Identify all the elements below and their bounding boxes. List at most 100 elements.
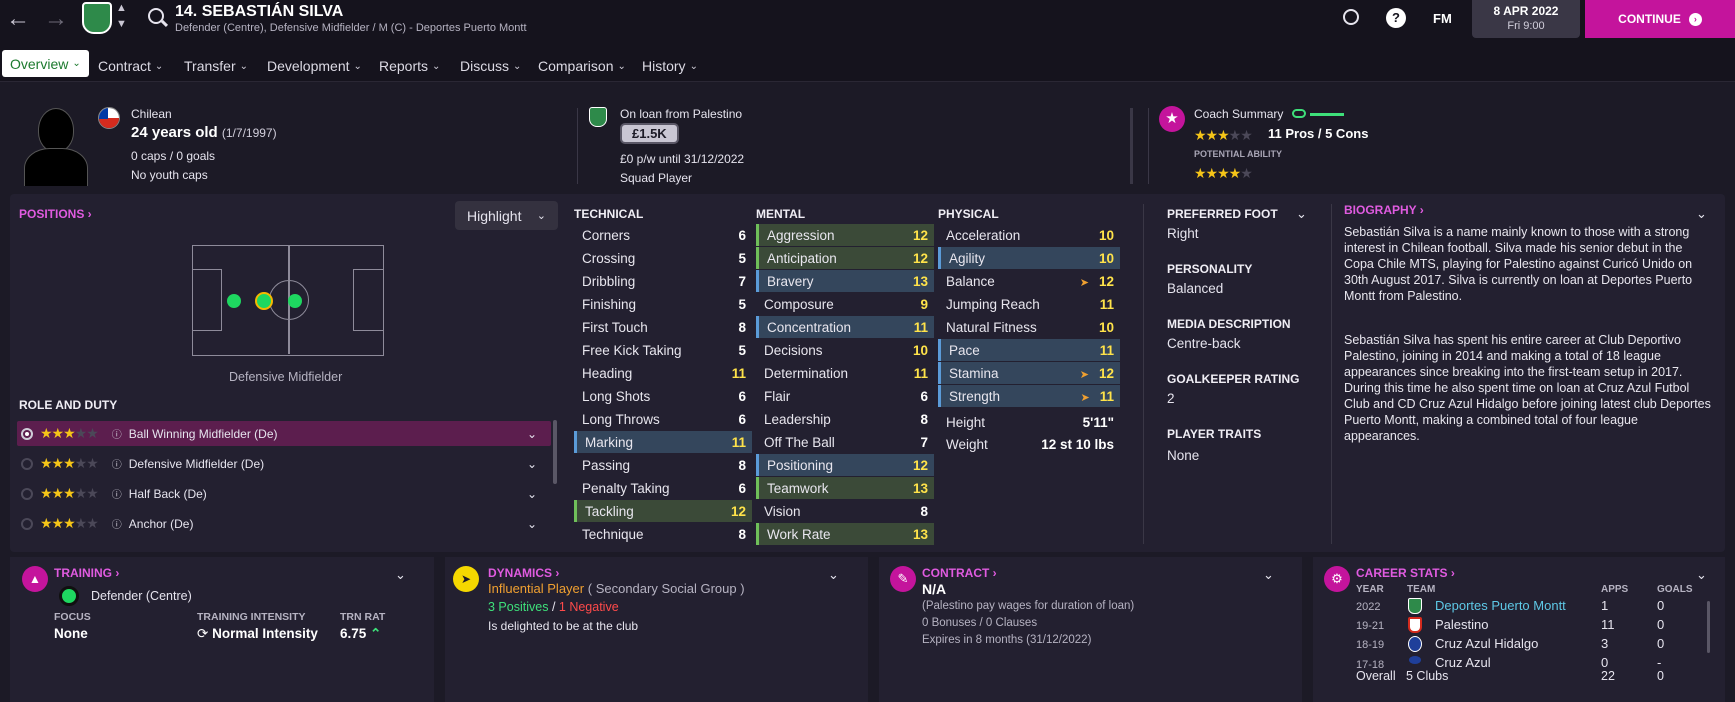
role-row[interactable]: ★★★★★ ⓘ Ball Winning Midfielder (De) ⌄ [17, 421, 551, 446]
forward-arrow-icon[interactable]: → [44, 7, 68, 32]
career-header-goals: GOALS [1657, 584, 1693, 595]
chevron-down-icon[interactable]: ⌄ [1263, 567, 1274, 583]
attr-dribbling[interactable]: Dribbling 7 [574, 270, 752, 292]
attr-positioning[interactable]: Positioning 12 [756, 454, 934, 476]
career-team[interactable]: Cruz Azul [1435, 655, 1491, 670]
tab-overview[interactable]: Overview ⌄ [2, 50, 89, 77]
globe-icon[interactable] [1343, 9, 1359, 25]
attr-passing[interactable]: Passing 8 [574, 454, 752, 476]
position-dot-dm[interactable] [255, 292, 273, 310]
chevron-down-icon[interactable]: ▼ [116, 18, 127, 30]
date-panel[interactable]: 8 APR 2022 Fri 9:00 [1472, 0, 1580, 38]
attr-work-rate[interactable]: Work Rate 13 [756, 523, 934, 545]
attr-free-kick[interactable]: Free Kick Taking 5 [574, 339, 752, 361]
attr-pace[interactable]: Pace 11 [938, 339, 1120, 361]
attr-anticipation[interactable]: Anticipation 12 [756, 247, 934, 269]
attr-vision[interactable]: Vision 8 [756, 500, 934, 522]
attr-corners[interactable]: Corners 6 [574, 224, 752, 246]
club-badge-icon[interactable] [82, 2, 112, 34]
radio-icon[interactable] [21, 487, 33, 500]
attr-concentration[interactable]: Concentration 11 [756, 316, 934, 338]
info-icon[interactable]: ⓘ [112, 456, 122, 471]
attr-leadership[interactable]: Leadership 8 [756, 408, 934, 430]
attr-flair[interactable]: Flair 6 [756, 385, 934, 407]
career-apps: 11 [1601, 617, 1615, 632]
attr-off-the-ball[interactable]: Off The Ball 7 [756, 431, 934, 453]
back-arrow-icon[interactable]: ← [6, 7, 30, 32]
attr-teamwork[interactable]: Teamwork 13 [756, 477, 934, 499]
career-team[interactable]: Deportes Puerto Montt [1435, 598, 1566, 613]
attr-agility[interactable]: Agility 10 [938, 247, 1120, 269]
tab-development[interactable]: Development ⌄ [267, 54, 362, 78]
chevron-down-icon[interactable]: ⌄ [1296, 206, 1307, 222]
attr-tackling[interactable]: Tackling 12 [574, 500, 752, 522]
info-icon[interactable]: ⓘ [112, 486, 122, 501]
biography-label[interactable]: BIOGRAPHY › [1344, 203, 1424, 217]
role-row[interactable]: ★★★★★ ⓘ Anchor (De) ⌄ [17, 511, 551, 536]
attr-stamina[interactable]: Stamina ➤ 12 [938, 362, 1120, 384]
attr-aggression[interactable]: Aggression 12 [756, 224, 934, 246]
training-label[interactable]: TRAINING › [54, 566, 119, 580]
chevron-down-icon[interactable]: ⌄ [1696, 206, 1707, 222]
career-scrollbar[interactable] [1707, 601, 1710, 653]
chevron-down-icon[interactable]: ⌄ [527, 487, 537, 501]
attr-composure[interactable]: Composure 9 [756, 293, 934, 315]
contract-label[interactable]: CONTRACT › [922, 566, 997, 580]
positions-label[interactable]: POSITIONS › [19, 207, 92, 221]
attr-strength[interactable]: Strength ➤ 11 [938, 385, 1120, 407]
attr-finishing[interactable]: Finishing 5 [574, 293, 752, 315]
radio-icon[interactable] [21, 517, 33, 530]
role-row[interactable]: ★★★★★ ⓘ Half Back (De) ⌄ [17, 481, 551, 506]
radio-selected-icon[interactable] [21, 427, 33, 440]
career-team[interactable]: Cruz Azul Hidalgo [1435, 636, 1538, 651]
attr-long-shots[interactable]: Long Shots 6 [574, 385, 752, 407]
tab-contract[interactable]: Contract ⌄ [98, 54, 163, 78]
attr-jumping-reach[interactable]: Jumping Reach 11 [938, 293, 1120, 315]
attr-bravery[interactable]: Bravery 13 [756, 270, 934, 292]
binoculars-icon [1292, 109, 1306, 118]
info-icon[interactable]: ⓘ [112, 516, 122, 531]
tab-transfer[interactable]: Transfer ⌄ [184, 54, 248, 78]
attr-natural-fitness[interactable]: Natural Fitness 10 [938, 316, 1120, 338]
attr-acceleration[interactable]: Acceleration 10 [938, 224, 1120, 246]
role-row[interactable]: ★★★★★ ⓘ Defensive Midfielder (De) ⌄ [17, 451, 551, 476]
attr-marking[interactable]: Marking 11 [574, 431, 752, 453]
attr-determination[interactable]: Determination 11 [756, 362, 934, 384]
chevron-up-icon[interactable]: ▲ [116, 2, 127, 14]
attr-heading[interactable]: Heading 11 [574, 362, 752, 384]
intensity-value[interactable]: ⟳ Normal Intensity [197, 626, 318, 642]
tab-discuss[interactable]: Discuss ⌄ [460, 54, 521, 78]
position-dot-dc[interactable] [227, 294, 241, 308]
nationality: Chilean [131, 107, 172, 121]
attr-crossing[interactable]: Crossing 5 [574, 247, 752, 269]
role-scrollbar[interactable] [553, 420, 557, 484]
career-label[interactable]: CAREER STATS › [1356, 566, 1455, 580]
attr-first-touch[interactable]: First Touch 8 [574, 316, 752, 338]
chevron-down-icon[interactable]: ⌄ [828, 567, 839, 583]
info-icon[interactable]: ⓘ [112, 426, 122, 441]
chevron-down-icon[interactable]: ⌄ [1696, 567, 1707, 583]
attr-balance[interactable]: Balance ➤ 12 [938, 270, 1120, 292]
radio-icon[interactable] [21, 457, 33, 470]
attr-long-throws[interactable]: Long Throws 6 [574, 408, 752, 430]
career-team[interactable]: Palestino [1435, 617, 1488, 632]
chevron-down-icon[interactable]: ⌄ [395, 567, 406, 583]
dob-text: (1/7/1997) [221, 126, 277, 140]
chevron-down-icon: ⌄ [536, 210, 546, 222]
chevron-down-icon[interactable]: ⌄ [527, 427, 537, 441]
continue-button[interactable]: CONTINUE › [1585, 0, 1735, 38]
scrollbar[interactable] [1130, 108, 1133, 184]
attr-penalty-taking[interactable]: Penalty Taking 6 [574, 477, 752, 499]
attr-decisions[interactable]: Decisions 10 [756, 339, 934, 361]
dynamics-label[interactable]: DYNAMICS › [488, 566, 559, 580]
chevron-down-icon[interactable]: ⌄ [527, 517, 537, 531]
tab-reports[interactable]: Reports ⌄ [379, 54, 440, 78]
highlight-dropdown[interactable]: Highlight ⌄ [455, 201, 558, 230]
chevron-down-icon[interactable]: ⌄ [527, 457, 537, 471]
tab-history[interactable]: History ⌄ [642, 54, 698, 78]
tab-comparison[interactable]: Comparison ⌄ [538, 54, 626, 78]
help-icon[interactable]: ? [1386, 8, 1406, 28]
position-dot-mc[interactable] [288, 294, 302, 308]
fm-menu-button[interactable]: FM [1433, 11, 1452, 26]
attr-technique[interactable]: Technique 8 [574, 523, 752, 545]
